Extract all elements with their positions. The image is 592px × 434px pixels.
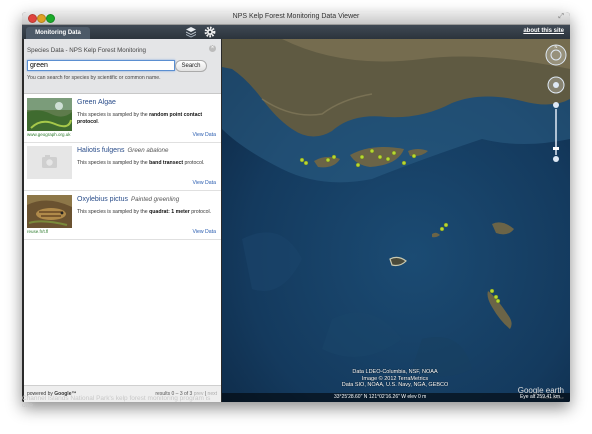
navigation-controls: N xyxy=(545,44,567,162)
panel-title: Species Data - NPS Kelp Forest Monitorin… xyxy=(27,47,146,54)
photo-credit[interactable]: reuse.fr/t.fl xyxy=(27,229,48,234)
search-button[interactable]: Search xyxy=(175,60,207,72)
coordinates-readout: 33°25'28.60" N 121°02'16.26" W elev 0 m xyxy=(334,394,427,400)
common-name: Green abalone xyxy=(127,147,169,154)
species-title[interactable]: Haliotis fulgens Green abalone xyxy=(77,147,168,154)
app-window: NPS Kelp Forest Monitoring Data Viewer ⤢… xyxy=(22,12,570,402)
species-panel: Species Data - NPS Kelp Forest Monitorin… xyxy=(24,39,221,402)
sampling-method: band transect xyxy=(149,160,184,166)
map-attribution: Data LDEO-Columbia, NSF, NOAA Image © 20… xyxy=(341,369,449,388)
look-around-control[interactable]: N xyxy=(545,44,567,66)
fullscreen-icon[interactable]: ⤢ xyxy=(558,13,564,21)
species-title[interactable]: Green Algae xyxy=(77,99,116,106)
map-terrain[interactable] xyxy=(222,39,570,402)
common-name: Painted greenling xyxy=(130,196,180,203)
no-photo-placeholder xyxy=(27,146,72,179)
google-earth-map[interactable]: N Data LDEO-Columbia, NSF, NOAA Image © … xyxy=(222,39,570,402)
title-bar: NPS Kelp Forest Monitoring Data Viewer ⤢ xyxy=(22,12,570,25)
species-search-input[interactable] xyxy=(27,60,175,71)
move-control[interactable] xyxy=(547,76,565,94)
panel-header: Species Data - NPS Kelp Forest Monitorin… xyxy=(24,39,221,94)
result-item: reuse.fr/t.fl Oxylebius pictus Painted gr… xyxy=(24,192,221,240)
result-item: www.geograph.org.uk Green Algae This spe… xyxy=(24,95,221,143)
map-status-bar: 33°25'28.60" N 121°02'16.26" W elev 0 m … xyxy=(222,393,570,402)
layers-icon[interactable] xyxy=(185,26,197,38)
window-title: NPS Kelp Forest Monitoring Data Viewer xyxy=(232,13,360,20)
svg-text:N: N xyxy=(555,44,558,49)
species-description: This species is sampled by the random po… xyxy=(77,112,203,125)
sampling-method: quadrat: 1 meter xyxy=(149,209,190,215)
photo-credit[interactable]: www.geograph.org.uk xyxy=(27,132,71,137)
species-description: This species is sampled by the band tran… xyxy=(77,160,205,166)
zoom-slider[interactable] xyxy=(553,102,559,162)
page-caption: Channel Islands National Park's kelp for… xyxy=(22,395,211,409)
species-description: This species is sampled by the quadrat: … xyxy=(77,209,212,215)
view-data-link[interactable]: View Data xyxy=(192,229,216,235)
tab-monitoring-data[interactable]: Monitoring Data xyxy=(26,27,90,39)
species-title[interactable]: Oxylebius pictus Painted greenling xyxy=(77,196,179,203)
about-this-site-link[interactable]: about this site xyxy=(523,28,564,34)
search-hint: You can search for species by scientific… xyxy=(27,75,161,81)
result-item: Haliotis fulgens Green abalone This speci… xyxy=(24,143,221,191)
green-algae-photo xyxy=(27,98,72,131)
close-icon[interactable]: × xyxy=(209,45,216,52)
eye-altitude: Eye alt 259.41 km xyxy=(519,394,560,400)
view-data-link[interactable]: View Data xyxy=(192,132,216,138)
app-toolbar: Monitoring Data about this site xyxy=(22,25,570,39)
painted-greenling-photo xyxy=(27,195,72,228)
view-data-link[interactable]: View Data xyxy=(192,180,216,186)
gear-icon[interactable] xyxy=(204,26,216,38)
